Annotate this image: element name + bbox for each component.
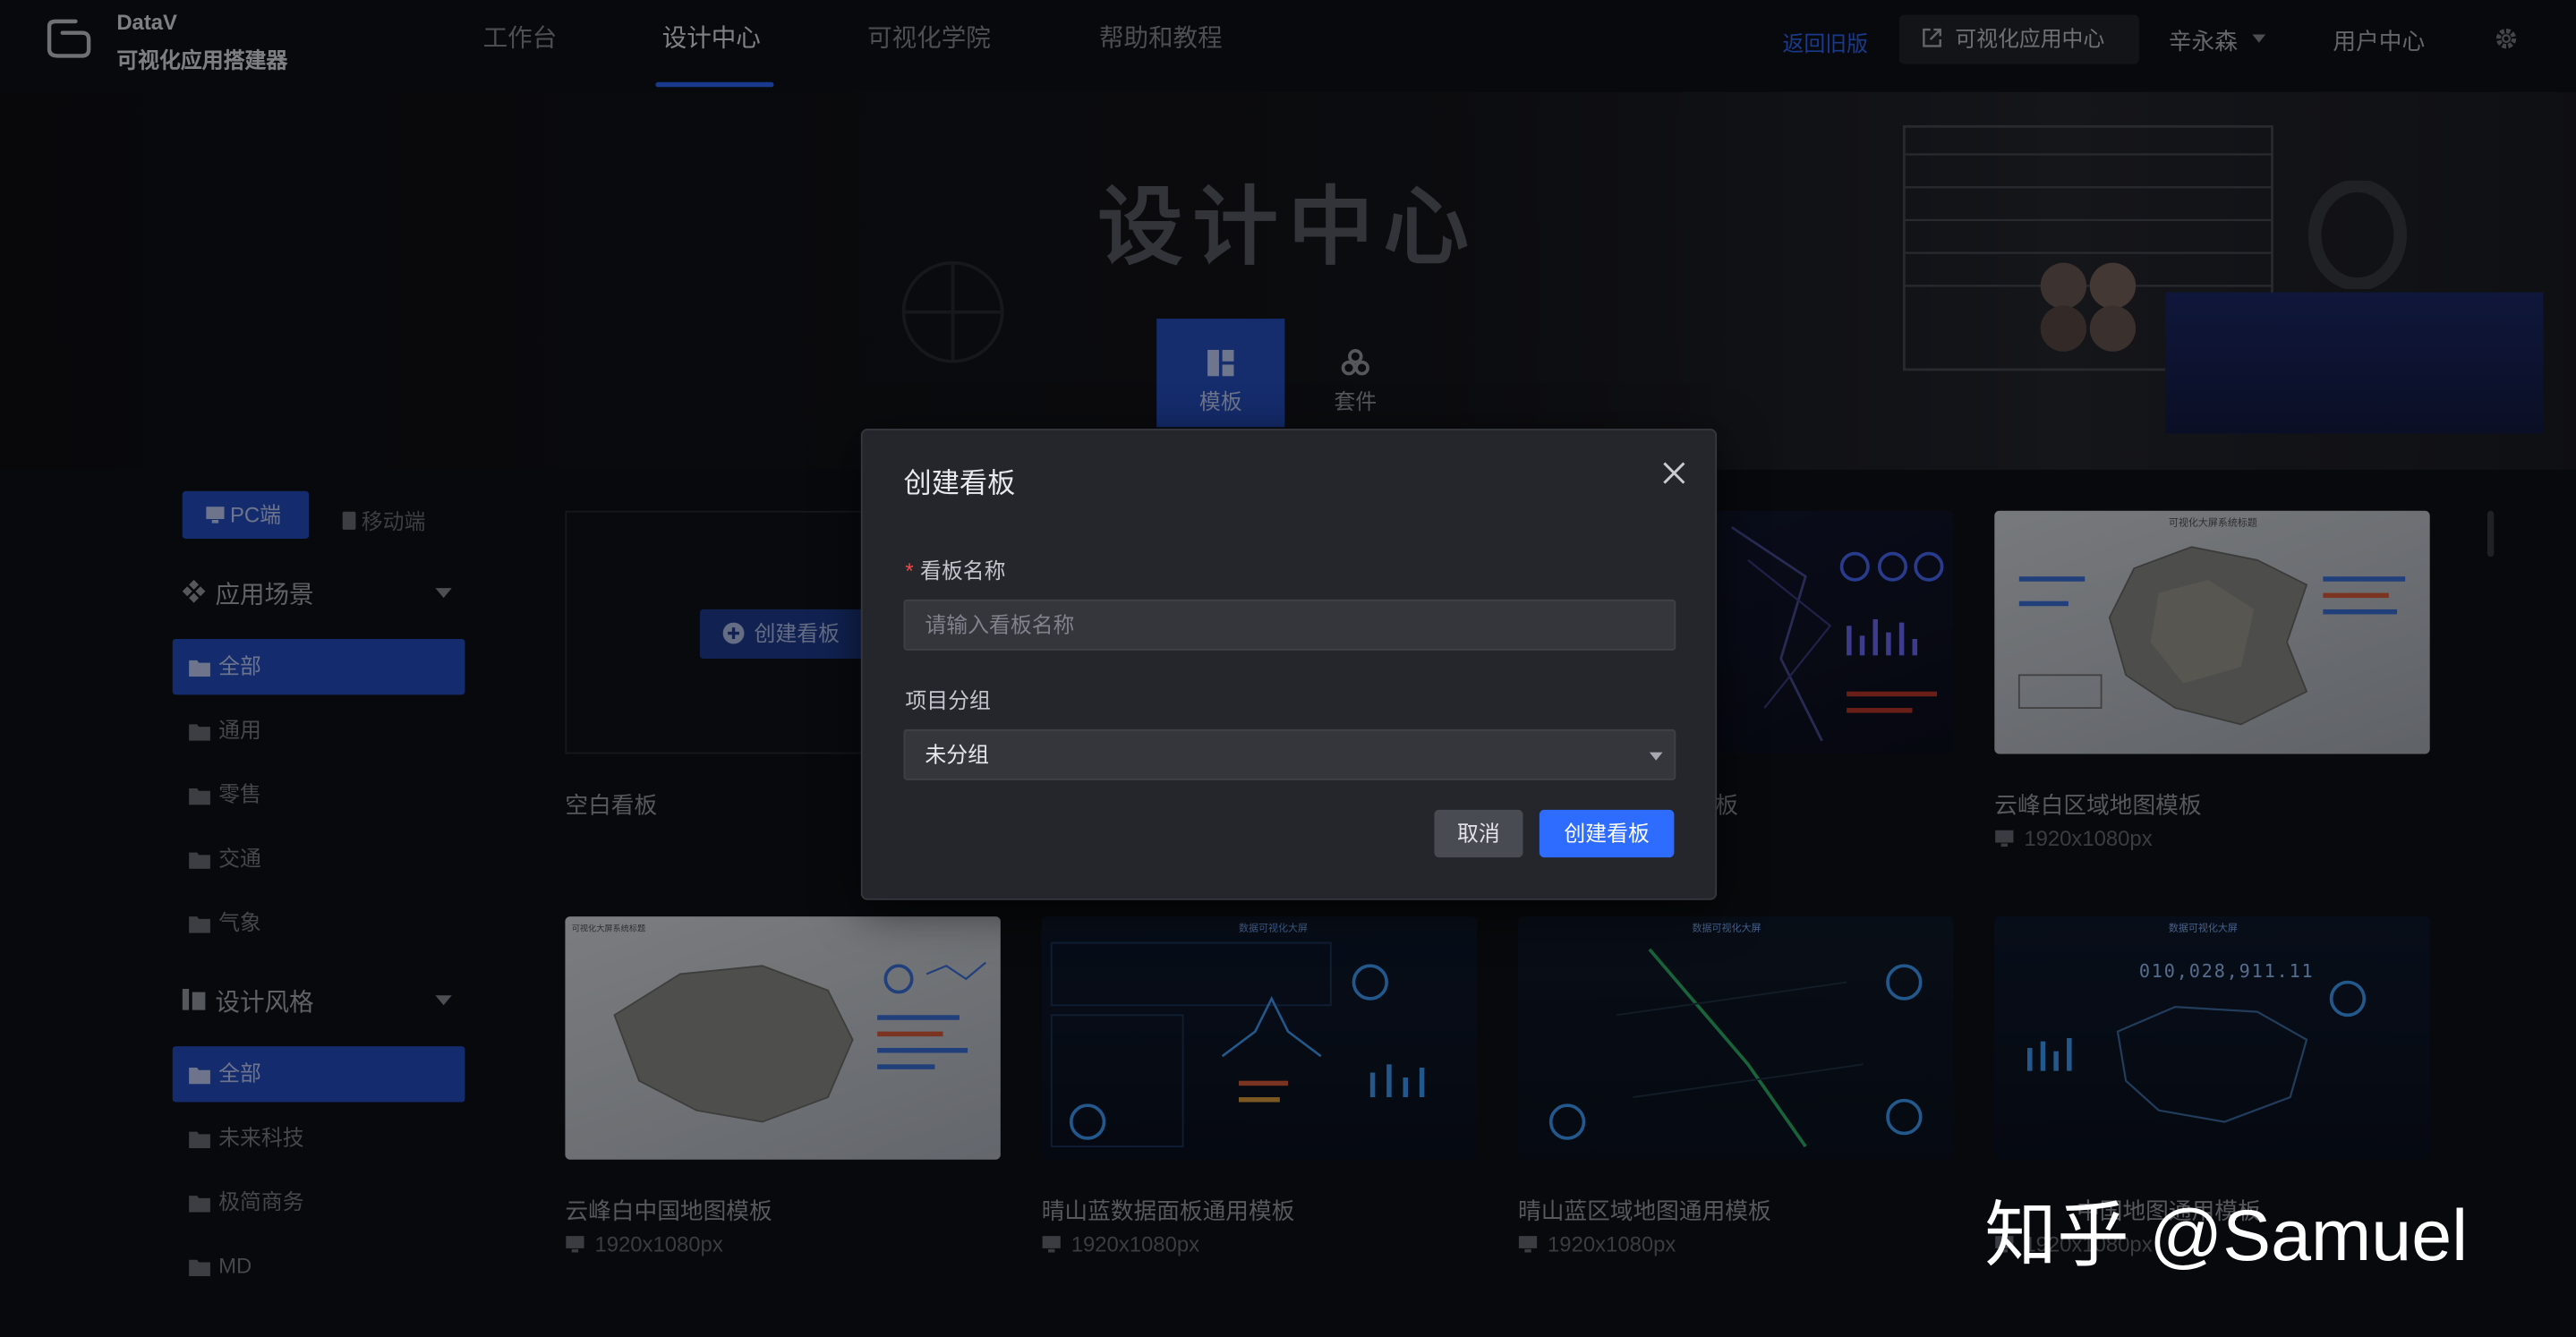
app-root: DataV 可视化应用搭建器 工作台 设计中心 可视化学院 帮助和教程 返回旧版… <box>0 0 2576 1337</box>
required-asterisk: * <box>905 558 914 583</box>
cancel-button[interactable]: 取消 <box>1434 809 1523 858</box>
create-board-dialog: 创建看板 *看板名称 项目分组 未分组 取消 创建看板 <box>860 429 1718 900</box>
board-name-label: * 看板名称 <box>905 554 1005 585</box>
project-group-label: 项目分组 <box>905 688 991 713</box>
dialog-title: 创建看板 <box>903 468 1016 499</box>
board-name-label-text: 看板名称 <box>919 558 1006 583</box>
create-board-button[interactable]: 创建看板 <box>1539 809 1675 858</box>
chevron-down-icon <box>1649 752 1663 761</box>
close-icon[interactable] <box>1661 460 1687 486</box>
board-name-input[interactable] <box>903 599 1676 651</box>
watermark-text: 知乎 @Samuel <box>1984 1196 2469 1277</box>
project-group-select[interactable]: 未分组 <box>903 728 1676 780</box>
project-group-value: 未分组 <box>925 742 989 768</box>
